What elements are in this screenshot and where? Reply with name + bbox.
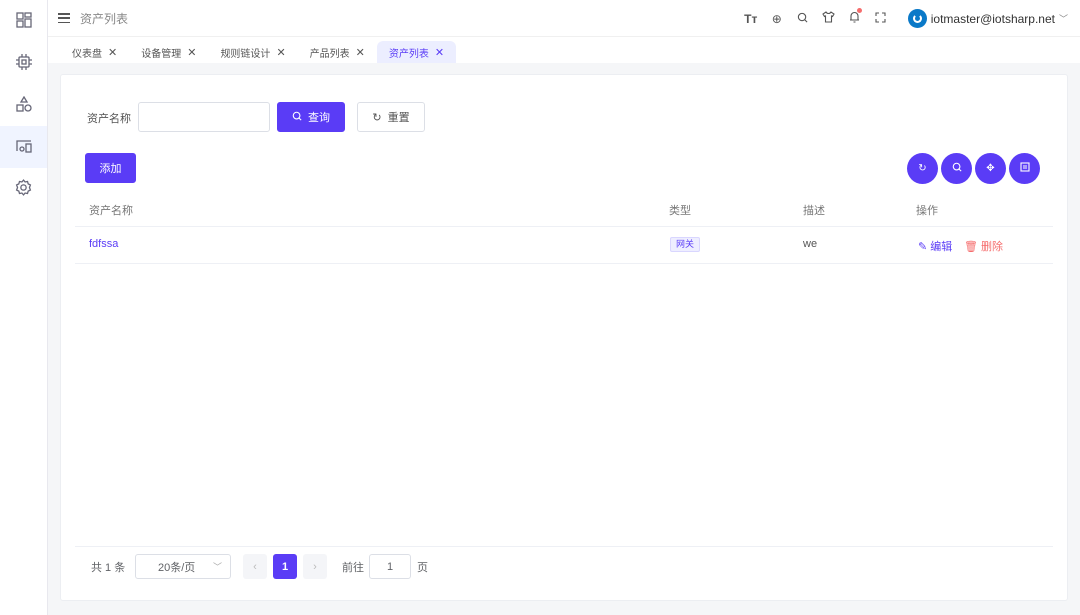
avatar (907, 9, 927, 28)
tab-label: 产品列表 (309, 48, 350, 60)
query-button[interactable]: 查询 (277, 102, 345, 132)
query-label: 查询 (308, 112, 330, 124)
export-button[interactable] (1009, 153, 1040, 184)
sidebar-item-assets[interactable] (0, 126, 47, 168)
sidebar-item-devices[interactable] (0, 42, 47, 84)
divider (75, 226, 1053, 227)
search-icon (952, 162, 962, 175)
save-icon (1019, 162, 1030, 175)
gear-icon (15, 179, 32, 199)
chevron-down-icon: ﹀ (212, 562, 222, 572)
tab-asset-list[interactable]: 资产列表 ✕ (376, 41, 457, 63)
grid-icon (15, 11, 32, 31)
shapes-icon (15, 95, 32, 115)
close-icon[interactable]: ✕ (276, 46, 285, 59)
tab-bar: 仪表盘 ✕ 设备管理 ✕ 规则链设计 ✕ 产品列表 ✕ 资产列表 ✕ (48, 37, 1080, 63)
fullscreen-icon[interactable] (868, 11, 894, 26)
tab-label: 设备管理 (141, 48, 182, 60)
font-size-icon[interactable]: Tт (738, 12, 764, 26)
close-icon[interactable]: ✕ (356, 46, 365, 59)
user-email: iotmaster@iotsharp.net (930, 11, 1055, 26)
theme-shirt-icon[interactable] (816, 11, 842, 26)
asset-name-label: 资产名称 (87, 113, 131, 125)
breadcrumb: 资产列表 (80, 11, 129, 26)
devices-icon (15, 138, 33, 157)
next-page-button[interactable]: › (303, 554, 327, 579)
sidebar-item-dashboard[interactable] (0, 0, 47, 42)
tab-rule-chain[interactable]: 规则链设计 ✕ (208, 41, 297, 63)
top-header: 资产列表 Tт ⊕ iotmaster@iotsharp.net ﹀ (48, 0, 1080, 37)
sidebar-item-settings[interactable] (0, 168, 47, 210)
type-badge: 网关 (670, 237, 701, 252)
total-count: 共 1 条 (91, 562, 126, 574)
chip-icon (15, 53, 33, 74)
page-size-select[interactable]: 20条/页 ﹀ (135, 554, 231, 579)
column-header-description: 描述 (803, 205, 825, 217)
tab-label: 仪表盘 (72, 48, 102, 60)
reset-label: 重置 (387, 112, 410, 124)
tab-device-management[interactable]: 设备管理 ✕ (129, 41, 208, 63)
tab-label: 资产列表 (388, 48, 429, 60)
edit-label: 编辑 (930, 241, 953, 253)
asset-name-input[interactable] (138, 102, 270, 132)
trash-icon: 🗑︎ (964, 241, 978, 253)
refresh-button[interactable]: ↻ (907, 153, 938, 184)
reset-button[interactable]: ↻ 重置 (357, 102, 425, 132)
search-icon[interactable] (790, 12, 816, 26)
divider (75, 546, 1053, 547)
column-header-actions: 操作 (916, 205, 938, 217)
description-cell: we (803, 238, 818, 250)
search-toggle-button[interactable] (941, 153, 972, 184)
column-header-name: 资产名称 (89, 205, 133, 217)
column-drag-button[interactable]: ✥ (975, 153, 1006, 184)
chevron-down-icon: ﹀ (1058, 14, 1068, 24)
user-menu[interactable]: iotmaster@iotsharp.net ﹀ (907, 9, 1068, 28)
asset-list-card: 资产名称 查询 ↻ 重置 添加 ↻ ✥ 资产名称 类型 描述 操作 fdfssa … (60, 74, 1068, 601)
divider (75, 263, 1053, 264)
notification-dot (856, 8, 862, 13)
delete-button[interactable]: 🗑︎ 删除 (964, 238, 1003, 254)
add-circle-icon[interactable]: ⊕ (764, 12, 790, 26)
column-header-type: 类型 (669, 205, 691, 217)
edit-button[interactable]: ✎ 编辑 (918, 238, 952, 254)
page-size-value: 20条/页 (158, 561, 196, 574)
asset-name-link[interactable]: fdfssa (89, 238, 118, 250)
goto-page-input[interactable]: 1 (369, 554, 411, 579)
edit-icon: ✎ (918, 241, 928, 253)
delete-label: 删除 (981, 241, 1004, 253)
menu-toggle-icon[interactable] (58, 13, 70, 23)
close-icon[interactable]: ✕ (435, 46, 444, 59)
close-icon[interactable]: ✕ (108, 46, 117, 59)
refresh-icon: ↻ (918, 163, 927, 174)
tab-product-list[interactable]: 产品列表 ✕ (298, 41, 377, 63)
prev-page-button[interactable]: ‹ (243, 554, 267, 579)
refresh-icon: ↻ (372, 111, 382, 124)
search-icon (292, 111, 302, 124)
tab-dashboard[interactable]: 仪表盘 ✕ (60, 41, 129, 63)
move-icon: ✥ (986, 163, 995, 174)
sidebar-item-products[interactable] (0, 84, 47, 126)
tab-label: 规则链设计 (220, 48, 271, 60)
page-1-button[interactable]: 1 (273, 554, 297, 579)
goto-label: 前往 (342, 562, 364, 574)
bell-icon[interactable] (842, 8, 868, 26)
sidebar (0, 0, 48, 615)
page-suffix: 页 (417, 562, 428, 574)
close-icon[interactable]: ✕ (187, 46, 196, 59)
add-button[interactable]: 添加 (85, 153, 136, 183)
